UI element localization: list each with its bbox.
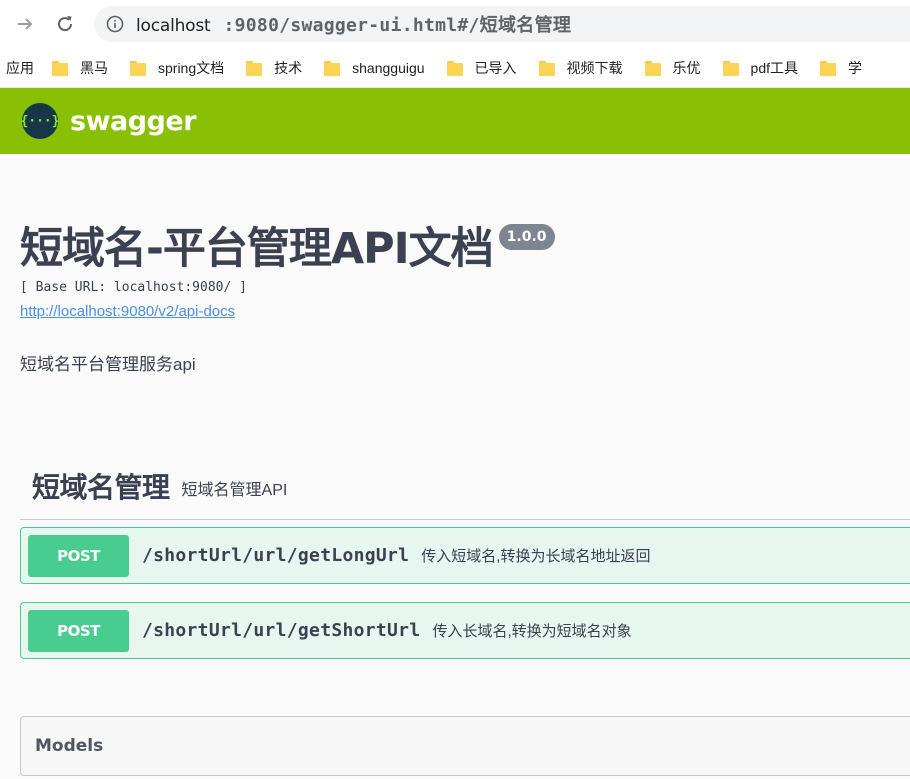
reload-icon xyxy=(58,16,73,32)
api-title-row: 短域名-平台管理API文档 1.0.0 xyxy=(20,218,555,280)
folder-icon xyxy=(722,60,739,76)
operation-path: /shortUrl/url/getLongUrl xyxy=(142,545,410,566)
arrow-right-icon xyxy=(18,18,33,30)
models-title: Models xyxy=(35,736,104,756)
bookmark-item[interactable]: 黑马 xyxy=(52,58,108,78)
bookmark-label: spring文档 xyxy=(158,59,225,76)
operation-get-short-url[interactable]: POST /shortUrl/url/getShortUrl 传入长域名,转换为… xyxy=(20,602,910,659)
method-badge: POST xyxy=(28,609,129,652)
bookmark-label: shangguigu xyxy=(352,59,425,76)
bookmark-label: 黑马 xyxy=(80,59,108,76)
bookmark-label: 学 xyxy=(848,59,863,76)
bookmark-item[interactable]: 已导入 xyxy=(446,58,517,78)
url-host: localhost xyxy=(136,16,211,36)
folder-icon xyxy=(820,60,837,76)
bookmark-item[interactable]: 技术 xyxy=(246,58,302,78)
operation-get-long-url[interactable]: POST /shortUrl/url/getLongUrl 传入短域名,转换为长… xyxy=(20,527,910,584)
bookmarks-bar: 应用 黑马 spring文档 技术 shangguigu 已导入 视频下载 乐优… xyxy=(0,48,910,88)
folder-icon xyxy=(324,60,341,76)
url-text: localhost :9080/swagger-ui.html#/短域名管理 xyxy=(136,11,571,37)
bookmark-item[interactable]: pdf工具 xyxy=(722,58,799,78)
bookmark-label: 技术 xyxy=(274,59,303,76)
folder-icon xyxy=(538,60,555,76)
swagger-logo-icon[interactable]: {···} xyxy=(20,103,60,139)
api-docs-link[interactable]: http://localhost:9080/v2/api-docs xyxy=(20,303,235,320)
bookmark-item[interactable]: 乐优 xyxy=(644,58,701,78)
address-bar[interactable]: localhost :9080/swagger-ui.html#/短域名管理 xyxy=(94,6,910,42)
models-section[interactable]: Models xyxy=(20,716,910,776)
browser-toolbar: localhost :9080/swagger-ui.html#/短域名管理 xyxy=(0,0,910,48)
bookmark-item[interactable]: 视频下载 xyxy=(538,58,623,78)
swagger-topbar: {···} swagger xyxy=(0,88,910,154)
tag-description: 短域名管理API xyxy=(181,481,288,499)
operation-summary: 传入短域名,转换为长域名地址返回 xyxy=(421,548,651,565)
folder-icon xyxy=(130,60,146,76)
swagger-brand[interactable]: swagger xyxy=(70,106,197,137)
forward-button[interactable] xyxy=(10,9,40,39)
info-icon[interactable] xyxy=(106,15,124,33)
api-title: 短域名-平台管理API文档 xyxy=(20,224,494,274)
tag-section-header[interactable]: 短域名管理 短域名管理API xyxy=(20,452,910,520)
folder-icon xyxy=(246,60,263,76)
bookmark-item[interactable]: spring文档 xyxy=(130,58,224,78)
operation-summary: 传入长域名,转换为短域名对象 xyxy=(432,623,632,640)
bookmark-apps[interactable]: 应用 xyxy=(6,58,34,78)
reload-button[interactable] xyxy=(50,9,80,39)
folder-icon xyxy=(446,60,463,76)
base-url: [ Base URL: localhost:9080/ ] xyxy=(20,280,247,295)
bookmark-item[interactable]: shangguigu xyxy=(324,59,425,76)
api-description: 短域名平台管理服务api xyxy=(20,355,196,374)
bookmark-item[interactable]: 学 xyxy=(820,58,862,78)
folder-icon xyxy=(52,60,68,76)
bookmark-label: 视频下载 xyxy=(566,59,623,76)
method-badge: POST xyxy=(28,534,129,577)
bookmark-label: 已导入 xyxy=(474,59,517,76)
version-badge: 1.0.0 xyxy=(498,224,555,250)
bookmark-label: pdf工具 xyxy=(750,59,799,76)
tag-name: 短域名管理 xyxy=(32,470,170,504)
url-path: :9080/swagger-ui.html#/短域名管理 xyxy=(223,15,572,36)
folder-icon xyxy=(644,60,661,76)
operation-path: /shortUrl/url/getShortUrl xyxy=(142,620,421,641)
bookmark-label: 乐优 xyxy=(672,59,701,76)
